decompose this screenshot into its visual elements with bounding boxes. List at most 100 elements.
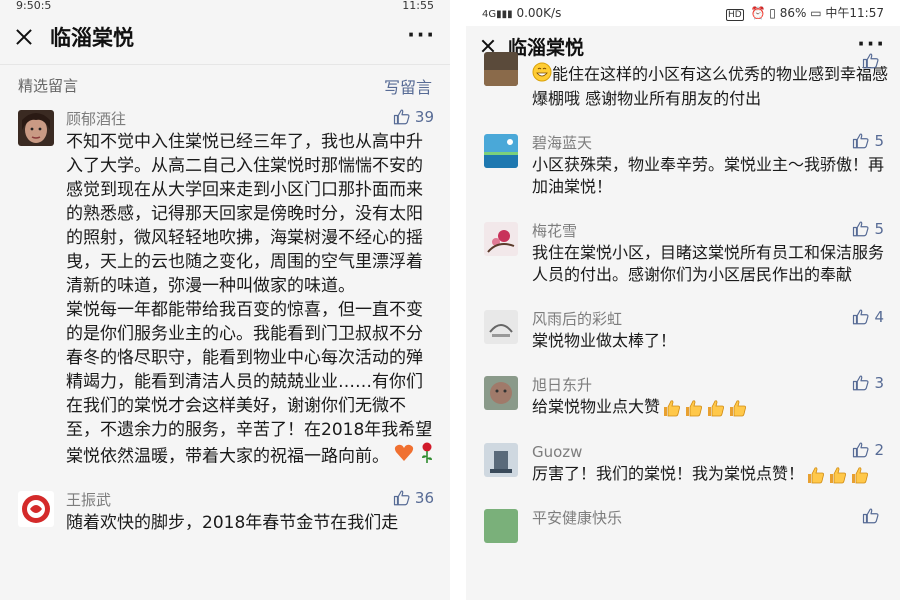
thumbs-up-icon bbox=[853, 133, 869, 149]
commenter-name: 平安健康快乐 bbox=[532, 509, 623, 527]
comment-item: 梅花雪 5 我住在棠悦小区，目睹这棠悦所有员工和保洁服务人员的付出。感谢你们为小… bbox=[466, 206, 900, 294]
comment-text: 小区获殊荣，物业奉辛劳。棠悦业主～我骄傲！再加油棠悦！ bbox=[532, 155, 885, 196]
like-button[interactable]: 36 bbox=[393, 489, 434, 507]
avatar[interactable] bbox=[484, 222, 518, 256]
comment-paragraph: 棠悦每一年都能带给我百变的惊喜，但一直不变的是你们服务业主的心。我能看到门卫叔叔… bbox=[66, 298, 438, 471]
comment-text: 不知不觉中入住棠悦已经三年了，我也从高中升入了大学。从高二自己入住棠悦时那惴惴不… bbox=[66, 130, 438, 471]
thumbs-up-icon bbox=[393, 490, 410, 506]
like-count: 39 bbox=[414, 108, 434, 126]
avatar[interactable] bbox=[18, 491, 54, 527]
comment-list: 能住在这样的小区有这么优秀的物业感到幸福感爆棚哦 感谢物业所有朋友的付出 碧海蓝… bbox=[466, 52, 900, 543]
comment-text: 厉害了！我们的棠悦！我为棠悦点赞！ bbox=[532, 463, 888, 486]
vibrate-icon: ▯ bbox=[769, 6, 776, 20]
comment-paragraph-text: 棠悦每一年都能带给我百变的惊喜，但一直不变的是你们服务业主的心。我能看到门卫叔叔… bbox=[66, 300, 433, 467]
commenter-name: 旭日东升 bbox=[532, 376, 593, 394]
like-count: 3 bbox=[874, 374, 884, 392]
like-button[interactable]: 2 bbox=[852, 441, 884, 459]
thumbs-up-emoji-icon bbox=[826, 463, 848, 485]
comment-item: 顾郁酒往 39 不知不觉中入住棠悦已经三年了，我也从高中升入了大学。从高二自己入… bbox=[0, 106, 450, 479]
avatar[interactable] bbox=[484, 376, 518, 410]
like-count: 36 bbox=[414, 489, 434, 507]
thumbs-up-icon bbox=[862, 53, 879, 69]
like-button[interactable]: 5 bbox=[852, 132, 884, 150]
comment-item: 平安健康快乐 bbox=[466, 493, 900, 543]
page-title: 临淄棠悦 bbox=[50, 26, 134, 50]
network-speed: 0.00K/s bbox=[516, 6, 562, 20]
thumbs-emoji-group bbox=[660, 397, 748, 419]
comment-text: 棠悦物业做太棒了！ bbox=[532, 331, 677, 350]
like-count: 2 bbox=[874, 440, 884, 459]
like-count: 4 bbox=[874, 308, 884, 326]
avatar[interactable] bbox=[484, 442, 518, 477]
title-bar: 临淄棠悦 ··· bbox=[0, 10, 450, 64]
like-count: 5 bbox=[874, 220, 884, 238]
comment-text-body: 能住在这样的小区有这么优秀的物业感到幸福感爆棚哦 感谢物业所有朋友的付出 bbox=[532, 64, 889, 109]
avatar[interactable] bbox=[18, 110, 54, 146]
write-comment-link[interactable]: 写留言 bbox=[384, 74, 432, 98]
status-bar: 9:50:5 11:55 bbox=[0, 0, 450, 10]
battery-level: 86% bbox=[779, 6, 807, 20]
thumbs-up-emoji-icon bbox=[682, 397, 704, 419]
comments-header: 精选留言 写留言 bbox=[0, 64, 450, 106]
close-icon[interactable] bbox=[12, 24, 38, 50]
alarm-icon: ⏰ bbox=[750, 6, 766, 20]
thumbs-up-icon bbox=[853, 441, 869, 457]
status-left: 9:50:5 bbox=[16, 0, 52, 10]
thumbs-up-emoji-icon bbox=[660, 397, 682, 419]
comment-text: 随着欢快的脚步，2018年春节金节在我们走 bbox=[66, 513, 399, 533]
commenter-name: 顾郁酒往 bbox=[66, 110, 127, 128]
comment-item: Guozw 2 厉害了！我们的棠悦！我为棠悦点赞！ bbox=[466, 427, 900, 494]
comment-text-body: 厉害了！我们的棠悦！我为棠悦点赞！ bbox=[532, 463, 805, 483]
like-count: 5 bbox=[874, 132, 884, 150]
comment-text-body: 给棠悦物业点大赞 bbox=[532, 397, 661, 416]
comment-text: 能住在这样的小区有这么优秀的物业感到幸福感爆棚哦 感谢物业所有朋友的付出 bbox=[532, 62, 888, 110]
right-screenshot: 4G▮▮▮ 0.00K/s HD ⏰ ▯ 86% ▭ 中午11:57 临淄棠悦 … bbox=[466, 0, 900, 600]
thumbs-up-icon bbox=[853, 221, 869, 237]
like-button[interactable] bbox=[862, 52, 884, 70]
status-bar: 4G▮▮▮ 0.00K/s HD ⏰ ▯ 86% ▭ 中午11:57 bbox=[466, 0, 900, 26]
avatar[interactable] bbox=[484, 134, 518, 168]
comment-item: 能住在这样的小区有这么优秀的物业感到幸福感爆棚哦 感谢物业所有朋友的付出 bbox=[466, 52, 900, 118]
commenter-name: 碧海蓝天 bbox=[532, 134, 593, 152]
comment-item: 旭日东升 3 给棠悦物业点大赞 bbox=[466, 360, 900, 427]
comment-text: 我住在棠悦小区，目睹这棠悦所有员工和保洁服务人员的付出。感谢你们为小区居民作出的… bbox=[532, 243, 885, 284]
avatar[interactable] bbox=[484, 509, 518, 543]
thumbs-up-icon bbox=[853, 309, 869, 325]
hd-icon: HD bbox=[725, 9, 744, 21]
status-time: 中午11:57 bbox=[825, 6, 884, 20]
status-time: 11:55 bbox=[402, 0, 434, 10]
comment-paragraph: 不知不觉中入住棠悦已经三年了，我也从高中升入了大学。从高二自己入住棠悦时那惴惴不… bbox=[66, 132, 423, 296]
like-button[interactable]: 5 bbox=[852, 220, 884, 238]
like-button[interactable] bbox=[862, 507, 884, 525]
thumbs-up-emoji-icon bbox=[848, 463, 870, 485]
battery-icon: ▭ bbox=[810, 6, 822, 20]
commenter-name: 风雨后的彩虹 bbox=[532, 310, 623, 328]
like-button[interactable]: 3 bbox=[852, 374, 884, 392]
featured-comments-label: 精选留言 bbox=[18, 77, 79, 95]
commenter-name: Guozw bbox=[532, 442, 583, 461]
comment-item: 碧海蓝天 5 小区获殊荣，物业奉辛劳。棠悦业主～我骄傲！再加油棠悦！ bbox=[466, 118, 900, 206]
like-button[interactable]: 39 bbox=[393, 108, 434, 126]
thumbs-up-emoji-icon bbox=[804, 463, 826, 485]
thumbs-emoji-group bbox=[804, 464, 870, 483]
thumbs-up-emoji-icon bbox=[726, 397, 748, 419]
thumbs-up-icon bbox=[862, 508, 879, 524]
more-options-icon[interactable]: ··· bbox=[407, 23, 436, 47]
commenter-name: 梅花雪 bbox=[532, 222, 578, 240]
left-screenshot: 9:50:5 11:55 临淄棠悦 ··· 精选留言 写留言 顾郁酒往 39 不… bbox=[0, 0, 450, 600]
like-button[interactable]: 4 bbox=[852, 308, 884, 326]
thumbs-up-icon bbox=[853, 375, 869, 391]
avatar[interactable] bbox=[484, 52, 518, 86]
avatar[interactable] bbox=[484, 310, 518, 344]
rose-emoji-icon bbox=[420, 442, 434, 471]
commenter-name: 王振武 bbox=[66, 491, 112, 509]
comment-list: 顾郁酒往 39 不知不觉中入住棠悦已经三年了，我也从高中升入了大学。从高二自己入… bbox=[0, 106, 450, 543]
heart-emoji-icon bbox=[394, 444, 414, 469]
comment-text: 给棠悦物业点大赞 bbox=[532, 396, 888, 419]
comment-item: 风雨后的彩虹 4 棠悦物业做太棒了！ bbox=[466, 294, 900, 360]
status-right: HD ⏰ ▯ 86% ▭ 中午11:57 bbox=[725, 0, 884, 26]
comment-item: 王振武 36 随着欢快的脚步，2018年春节金节在我们走 bbox=[0, 479, 450, 543]
thumbs-up-icon bbox=[393, 109, 410, 125]
thumbs-up-emoji-icon bbox=[704, 397, 726, 419]
signal-icon: 4G▮▮▮ bbox=[482, 9, 513, 20]
